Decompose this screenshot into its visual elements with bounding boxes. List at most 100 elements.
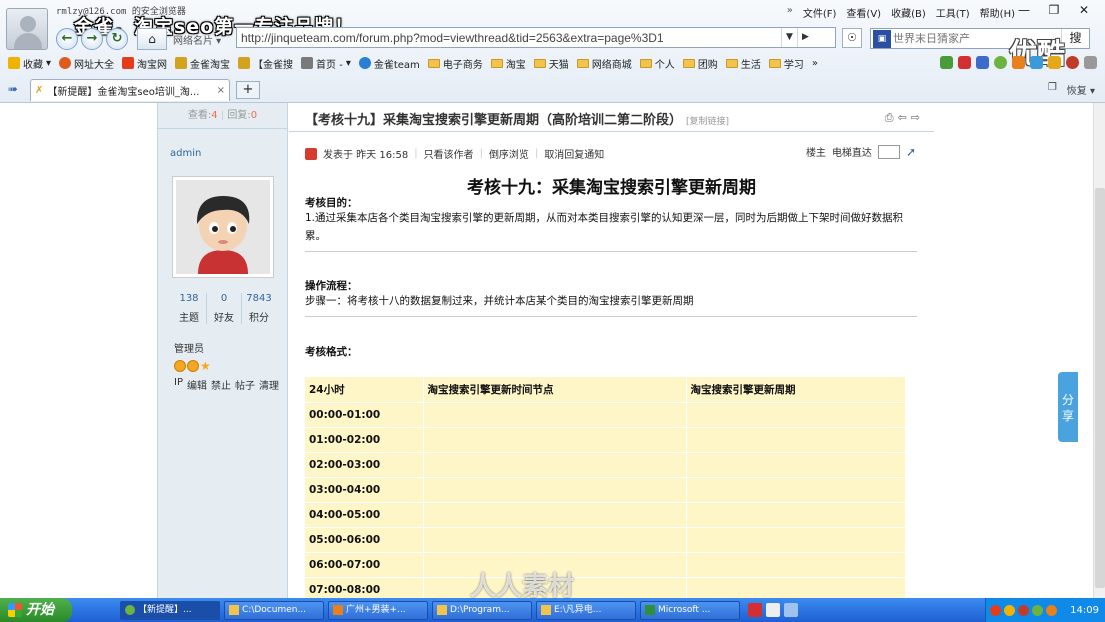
extension-icon[interactable] [1084,56,1097,69]
tab-list-icon[interactable]: ❐ [1048,82,1057,97]
fav-folder[interactable]: 个人 [639,56,675,71]
fav-item[interactable]: 金雀淘宝 [175,56,230,71]
extension-icon[interactable] [940,56,953,69]
minimize-button[interactable]: — [1009,2,1039,20]
new-tab-button[interactable]: + [236,81,260,99]
sidebar-toggle-icon[interactable]: ➠ [8,82,18,96]
extension-icon[interactable] [1066,56,1079,69]
cancel-notify-link[interactable]: 取消回复通知 [544,146,604,161]
task-button[interactable]: 【新提醒】... [120,600,220,620]
next-thread-icon[interactable]: ⇨ [911,111,920,125]
home-icon[interactable]: ⌂ [137,28,167,50]
favsite-button[interactable]: 网络名片 ▾ [173,32,221,47]
action-ip[interactable]: IP [174,377,183,392]
reverse-order-link[interactable]: 倒序浏览 [489,146,529,161]
tray-icon[interactable] [1032,604,1043,616]
security-shield-icon[interactable]: ☉ [842,28,862,48]
prev-thread-icon[interactable]: ⇦ [898,111,907,125]
clock[interactable]: 14:09 [1070,605,1099,616]
menu-file[interactable]: 文件(F) [803,5,837,20]
author-avatar[interactable] [172,176,274,278]
task-button[interactable]: D:\Program... [432,600,532,620]
maximize-button[interactable]: ❐ [1039,2,1069,20]
forward-icon[interactable]: → [81,28,103,50]
refresh-icon[interactable]: ↻ [106,28,128,50]
extension-icon[interactable] [1048,56,1061,69]
restore-button[interactable]: 恢复 ▾ [1067,82,1095,97]
tray-icon[interactable] [1004,604,1015,616]
help-icon[interactable] [766,603,780,617]
fav-folder[interactable]: 淘宝 [490,56,526,71]
fav-folder[interactable]: 电子商务 [427,56,483,71]
task-button[interactable]: E:\凡异电... [536,600,636,620]
extension-icon[interactable] [1012,56,1025,69]
fav-item[interactable]: 网址大全 [59,56,114,71]
extension-icon[interactable] [976,56,989,69]
fav-item[interactable]: 金雀team [358,56,420,71]
browser-icon [125,605,135,615]
action-ban[interactable]: 禁止 [211,377,231,392]
favbar-more[interactable]: » [812,58,818,69]
author-stat-topics[interactable]: 138 主题 [172,293,207,324]
menu-view[interactable]: 查看(V) [846,5,881,20]
go-icon[interactable]: ▶ [797,28,813,47]
process-text: 步骤一：将考核十八的数据复制过来，并统计本店某个类目的淘宝搜索引擎更新周期 [305,295,694,307]
fav-folder[interactable]: 团购 [682,56,718,71]
print-icon[interactable]: ⎙ [885,111,894,125]
task-button[interactable]: C:\Documen... [224,600,324,620]
user-avatar[interactable] [6,8,48,50]
fav-item[interactable]: 首页 - ▾ [301,56,351,71]
fav-folder[interactable]: 网络商城 [576,56,632,71]
time-slot: 05:00-06:00 [305,527,424,553]
author-stat-friends[interactable]: 0 好友 [207,293,242,324]
action-edit[interactable]: 编辑 [187,377,207,392]
search-button[interactable]: 搜 [1061,29,1089,48]
thread-title: 【考核十九】采集淘宝搜索引擎更新周期（高阶培训二第二阶段） [复制链接] [305,109,729,128]
forum-post: 查看:4 | 回复:0 admin 138 主题 0 好友 7843 积分 管理… [157,103,934,598]
author-name[interactable]: admin [170,148,201,159]
tab-close-icon[interactable]: × [217,85,225,96]
extension-icon[interactable] [1030,56,1043,69]
back-icon[interactable]: ← [56,28,78,50]
table-cell [686,502,906,528]
fav-folder[interactable]: 生活 [725,56,761,71]
start-button[interactable]: 开始 [0,598,72,622]
page-scrollbar[interactable] [1093,103,1105,598]
author-group[interactable]: 管理员 [174,340,204,355]
address-dropdown-icon[interactable]: ▼ [781,28,797,47]
table-cell [423,402,687,428]
fav-folder[interactable]: 学习 [768,56,804,71]
action-posts[interactable]: 帖子 [235,377,255,392]
fav-item[interactable]: 收藏 ▾ [8,56,51,71]
tray-icon[interactable] [1046,604,1057,616]
close-window-button[interactable]: ✕ [1069,2,1099,20]
menu-more[interactable]: » [787,5,793,20]
folder-icon [576,58,589,68]
copy-link[interactable]: [复制链接] [686,117,729,127]
author-stat-points[interactable]: 7843 积分 [242,293,276,324]
task-button[interactable]: Microsoft ... [640,600,740,620]
menu-favorites[interactable]: 收藏(B) [891,5,926,20]
search-engine-icon[interactable]: ▣ [873,29,891,48]
sound-icon[interactable] [784,603,798,617]
tray-icon[interactable] [1018,604,1029,616]
extension-icon[interactable] [994,56,1007,69]
floor-jump-input[interactable] [877,144,900,159]
folder-icon [427,58,440,68]
menu-tools[interactable]: 工具(T) [936,5,970,20]
tray-icon[interactable] [990,604,1001,616]
task-button[interactable]: 广州+男装+... [328,600,428,620]
folder-icon [437,605,447,615]
action-clean[interactable]: 清理 [259,377,279,392]
scroll-thumb[interactable] [1095,188,1105,588]
fav-item[interactable]: 淘宝网 [122,56,167,71]
floor-go-icon[interactable]: ➚ [906,145,916,159]
fav-item[interactable]: 【金雀搜 [238,56,293,71]
extension-icon[interactable] [958,56,971,69]
tab-active[interactable]: ✗ 【新提醒】金雀淘宝seo培训_淘... × [30,79,230,101]
address-input[interactable] [241,30,781,45]
fav-folder[interactable]: 天猫 [533,56,569,71]
only-author-link[interactable]: 只看该作者 [424,146,474,161]
share-tab[interactable]: 分享 [1058,372,1078,442]
sogou-icon[interactable] [748,603,762,617]
